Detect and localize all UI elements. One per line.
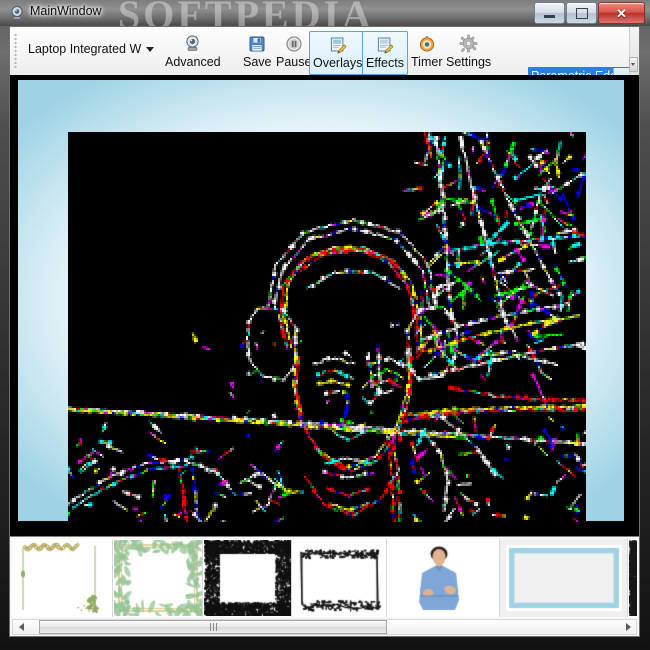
toolbar-label: Advanced — [165, 55, 221, 69]
scroll-right-icon[interactable] — [620, 620, 636, 634]
overlay-thumbnail-image — [501, 540, 627, 616]
overlay-thumb-grunge-border[interactable] — [203, 539, 292, 617]
maximize-icon — [576, 8, 588, 19]
overlay-thumbnail-strip[interactable] — [12, 539, 637, 617]
toolbar-grip[interactable] — [14, 33, 17, 69]
camera-selector-label: Laptop Integrated W — [28, 42, 141, 56]
overlay-thumb-vine-corner[interactable] — [12, 539, 113, 617]
scroll-left-icon[interactable] — [13, 620, 29, 634]
video-canvas — [68, 132, 586, 522]
toolbar-overflow-button[interactable] — [629, 57, 638, 72]
effects-icon — [376, 34, 394, 55]
overlay-thumbnail-image — [293, 540, 386, 616]
minimize-button[interactable] — [534, 2, 565, 24]
toolbar-label: Effects — [366, 56, 404, 70]
overlay-thumb-blue-frame[interactable] — [500, 539, 628, 617]
overlay-scrollbar[interactable] — [12, 619, 637, 635]
scrollbar-thumb[interactable] — [39, 620, 387, 634]
toolbar-button-settings[interactable]: Settings — [443, 31, 494, 73]
overlay-thumbnail-image — [388, 540, 499, 616]
minimize-icon — [544, 15, 555, 18]
window-title: MainWindow — [30, 4, 102, 18]
webcam-icon — [9, 5, 25, 21]
pause-icon — [285, 33, 303, 54]
overlay-thumbnail-image — [114, 540, 202, 616]
video-preview[interactable] — [68, 132, 586, 522]
toolbar-button-advanced[interactable]: Advanced — [162, 31, 224, 73]
main-toolbar: Laptop Integrated W Advanced Save Pause … — [10, 27, 639, 76]
overlay-thumbnail-image — [629, 540, 637, 616]
toolbar-button-effects[interactable]: Effects — [362, 31, 408, 75]
scrollbar-track[interactable] — [29, 620, 620, 634]
toolbar-label: Settings — [446, 55, 491, 69]
client-area: Laptop Integrated W Advanced Save Pause … — [9, 26, 640, 637]
floppy-icon — [248, 33, 266, 54]
application-window: SOFTPEDIA MainWindow ✕ Laptop Integrated… — [0, 0, 650, 650]
close-icon: ✕ — [616, 7, 627, 20]
gear-icon — [459, 33, 478, 54]
preview-stage — [10, 75, 639, 536]
overlay-thumb-person-cutout[interactable] — [387, 539, 500, 617]
scroll-grip — [210, 623, 217, 631]
chevron-down-icon — [146, 47, 154, 52]
overlay-thumbnail-image — [13, 540, 112, 616]
overlay-thumb-grunge-edge[interactable] — [628, 539, 637, 617]
overlay-thumb-ink-border[interactable] — [292, 539, 387, 617]
overlay-icon — [329, 34, 347, 55]
toolbar-label: Overlays — [313, 56, 362, 70]
toolbar-label: Timer — [411, 55, 442, 69]
toolbar-button-timer[interactable]: Timer — [408, 31, 445, 73]
title-bar: MainWindow ✕ — [0, 0, 650, 26]
toolbar-button-save[interactable]: Save — [240, 31, 275, 73]
close-button[interactable]: ✕ — [598, 2, 645, 24]
window-controls: ✕ — [533, 2, 645, 23]
clock-icon — [418, 33, 436, 54]
overlay-thumb-leafy-border[interactable] — [113, 539, 203, 617]
overlay-thumbnail-image — [204, 540, 291, 616]
toolbar-label: Save — [243, 55, 272, 69]
toolbar-label: Pause — [276, 55, 311, 69]
overlays-panel — [10, 536, 639, 637]
webcam-icon — [183, 33, 202, 54]
camera-selector[interactable]: Laptop Integrated W — [28, 42, 154, 56]
maximize-button[interactable] — [566, 2, 597, 24]
toolbar-button-overlays[interactable]: Overlays — [309, 31, 366, 75]
